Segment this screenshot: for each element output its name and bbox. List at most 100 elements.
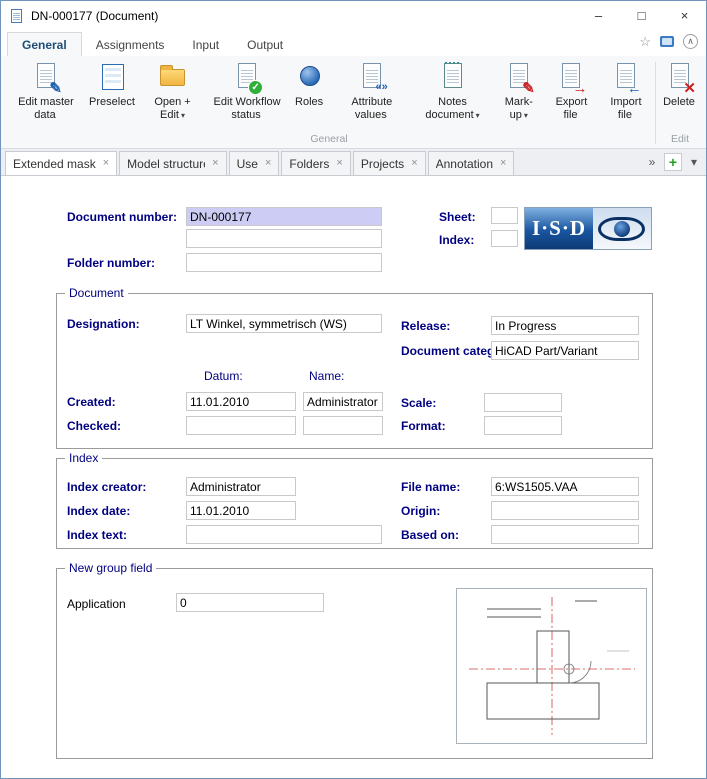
- workflow-status-icon: ✓: [230, 61, 264, 93]
- index-field[interactable]: [491, 230, 518, 247]
- index-date-label: Index date:: [67, 504, 130, 518]
- created-date-field[interactable]: [186, 392, 296, 411]
- part-preview-drawing: [456, 588, 647, 744]
- index-label: Index:: [439, 233, 474, 247]
- open-edit-button[interactable]: Open + Edit▾: [139, 58, 206, 132]
- import-file-button[interactable]: ← Import file: [599, 58, 653, 132]
- minimize-button[interactable]: –: [577, 1, 620, 30]
- document-tab-strip: Extended mask × Model structure × Use × …: [1, 149, 706, 176]
- index-creator-field[interactable]: [186, 477, 296, 496]
- attribute-values-icon: «»: [355, 61, 389, 93]
- export-file-icon: →: [554, 61, 588, 93]
- sheet-label: Sheet:: [439, 210, 476, 224]
- export-file-button[interactable]: → Export file: [544, 58, 599, 132]
- tab-close-icon[interactable]: ×: [411, 158, 417, 169]
- maximize-button[interactable]: □: [620, 1, 663, 30]
- preselect-button[interactable]: Preselect: [87, 58, 139, 132]
- created-name-field[interactable]: [303, 392, 383, 411]
- tab-close-icon[interactable]: ×: [265, 158, 271, 169]
- document-number-field[interactable]: [186, 207, 382, 226]
- document-number-label: Document number:: [67, 210, 177, 224]
- tab-model-structure[interactable]: Model structure ×: [119, 151, 226, 175]
- checked-date-field[interactable]: [186, 416, 296, 435]
- favorite-star-icon[interactable]: ☆: [639, 35, 651, 48]
- tab-annotation[interactable]: Annotation ×: [428, 151, 515, 175]
- window-title: DN-000177 (Document): [31, 9, 577, 23]
- format-field[interactable]: [484, 416, 562, 435]
- panel-icon[interactable]: [660, 36, 674, 47]
- tab-extended-mask[interactable]: Extended mask ×: [5, 151, 117, 175]
- index-date-field[interactable]: [186, 501, 296, 520]
- tab-close-icon[interactable]: ×: [212, 158, 218, 169]
- format-label: Format:: [401, 419, 446, 433]
- ribbon-group-general: ✎ Edit master data Preselect Open + Edit…: [5, 58, 653, 148]
- roles-button[interactable]: Roles: [288, 58, 332, 132]
- created-label: Created:: [67, 395, 116, 409]
- preselect-icon: [96, 61, 130, 93]
- index-text-field[interactable]: [186, 525, 382, 544]
- mark-up-button[interactable]: ✎ Mark-up▾: [494, 58, 545, 132]
- edit-master-data-icon: ✎: [29, 61, 63, 93]
- application-field[interactable]: [176, 593, 324, 612]
- ribbon-tab-input[interactable]: Input: [178, 33, 233, 56]
- tab-close-icon[interactable]: ×: [336, 158, 342, 169]
- edit-workflow-status-button[interactable]: ✓ Edit Workflow status: [206, 58, 288, 132]
- sheet-field[interactable]: [491, 207, 518, 224]
- mark-up-icon: ✎: [502, 61, 536, 93]
- ribbon-tab-output[interactable]: Output: [233, 33, 297, 56]
- delete-button[interactable]: ✕ Delete: [658, 58, 702, 132]
- ribbon-tab-general[interactable]: General: [7, 32, 82, 56]
- tab-use[interactable]: Use ×: [229, 151, 280, 175]
- application-label: Application: [67, 597, 126, 611]
- folder-number-label: Folder number:: [67, 256, 155, 270]
- attribute-values-button[interactable]: «» Attribute values: [332, 58, 411, 132]
- isd-eye-icon: [593, 208, 651, 249]
- release-label: Release:: [401, 319, 450, 333]
- tab-overflow-button[interactable]: »: [644, 153, 660, 171]
- add-tab-button[interactable]: +: [664, 153, 682, 171]
- isd-logo: I·S·D: [524, 207, 652, 250]
- title-bar: DN-000177 (Document) – □ ×: [1, 1, 706, 30]
- document-icon: [9, 8, 25, 24]
- name-column-header: Name:: [309, 369, 344, 383]
- ribbon-group-label-edit: Edit: [658, 133, 702, 148]
- folder-number-field[interactable]: [186, 253, 382, 272]
- ribbon-group-label-general: General: [5, 133, 653, 148]
- roles-icon: [293, 61, 327, 93]
- edit-master-data-button[interactable]: ✎ Edit master data: [5, 58, 87, 132]
- designation-field[interactable]: [186, 314, 382, 333]
- document-category-field[interactable]: [491, 341, 639, 360]
- designation-label: Designation:: [67, 317, 140, 331]
- close-button[interactable]: ×: [663, 1, 706, 30]
- index-text-label: Index text:: [67, 528, 127, 542]
- tab-list-dropdown[interactable]: ▾: [686, 153, 702, 171]
- open-folder-icon: [156, 61, 190, 93]
- release-field[interactable]: [491, 316, 639, 335]
- document-number-2-field[interactable]: [186, 229, 382, 248]
- based-on-field[interactable]: [491, 525, 639, 544]
- file-name-field[interactable]: [491, 477, 639, 496]
- notes-document-button[interactable]: Notes document▾: [412, 58, 494, 132]
- notes-document-icon: [436, 61, 470, 93]
- origin-label: Origin:: [401, 504, 440, 518]
- index-group-title: Index: [65, 451, 102, 465]
- delete-icon: ✕: [663, 61, 697, 93]
- checked-name-field[interactable]: [303, 416, 383, 435]
- tab-projects[interactable]: Projects ×: [353, 151, 426, 175]
- file-name-label: File name:: [401, 480, 460, 494]
- collapse-ribbon-button[interactable]: ∧: [683, 34, 698, 49]
- tab-close-icon[interactable]: ×: [103, 158, 109, 169]
- document-window: DN-000177 (Document) – □ × General Assig…: [0, 0, 707, 779]
- checked-label: Checked:: [67, 419, 121, 433]
- tab-folders[interactable]: Folders ×: [281, 151, 350, 175]
- ribbon-group-separator: [655, 62, 656, 144]
- ribbon: ✎ Edit master data Preselect Open + Edit…: [1, 56, 706, 149]
- ribbon-tab-assignments[interactable]: Assignments: [82, 33, 179, 56]
- scale-field[interactable]: [484, 393, 562, 412]
- origin-field[interactable]: [491, 501, 639, 520]
- import-file-icon: ←: [609, 61, 643, 93]
- tab-close-icon[interactable]: ×: [500, 158, 506, 169]
- ribbon-tab-bar: General Assignments Input Output ☆ ∧: [1, 30, 706, 56]
- chevron-up-icon: ∧: [687, 36, 694, 47]
- datum-column-header: Datum:: [204, 369, 243, 383]
